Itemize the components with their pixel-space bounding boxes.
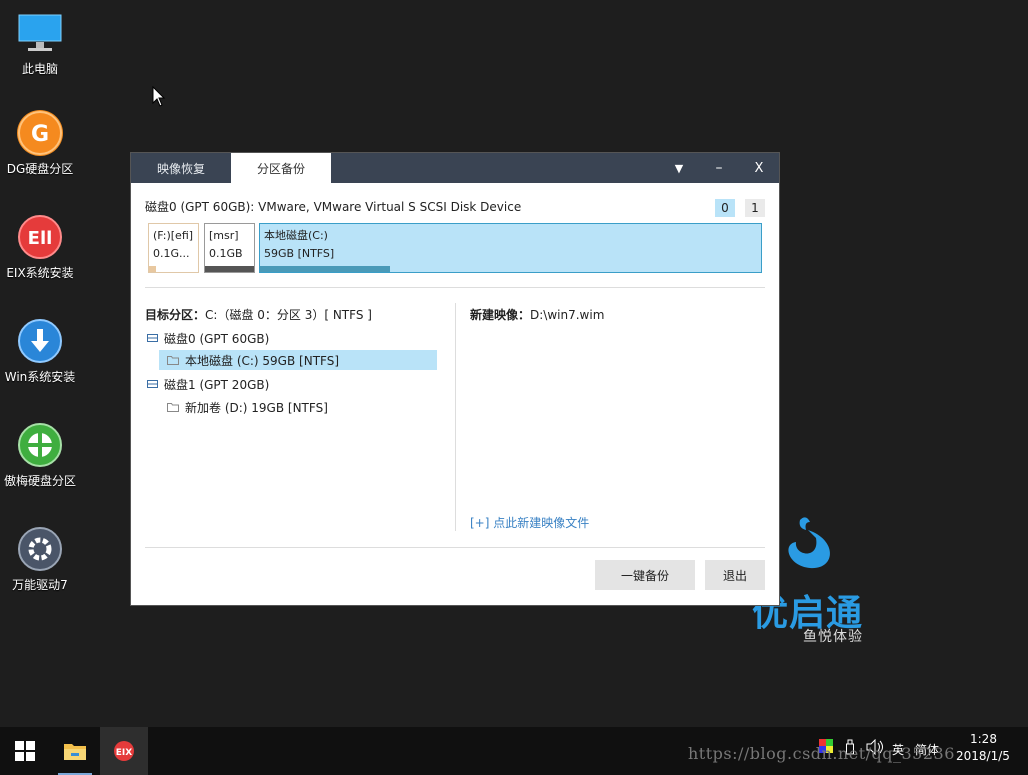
tree-label: 磁盘0 (GPT 60GB) [164,331,270,346]
titlebar-spacer [331,153,659,183]
tree-label: 磁盘1 (GPT 20GB) [164,377,270,392]
file-explorer-icon [64,744,86,760]
windows-logo-icon [15,741,35,761]
tree-disk-0[interactable]: 磁盘0 (GPT 60GB) [147,328,269,348]
brand-subtitle: 鱼悦体验 [803,629,863,645]
desktop-icon-aomei-partition[interactable]: 傲梅硬盘分区 [0,422,80,489]
partition-efi[interactable]: (F:)[efi] 0.1G... [148,223,199,273]
partition-usage-bar [260,266,391,272]
new-image-label: 新建映像： [470,308,531,322]
minimize-button[interactable]: – [699,153,739,183]
new-image: 新建映像：D:\win7.wim [470,306,604,323]
disk-header: 磁盘0 (GPT 60GB): VMware, VMware Virtual S… [145,200,522,214]
desktop-icon-win-install[interactable]: Win系统安装 [0,318,80,385]
exit-button[interactable]: 退出 [705,560,765,590]
clock-time[interactable]: 1:28 [970,732,997,746]
dropdown-menu-icon[interactable]: ▼ [659,153,699,183]
svg-text:EIX: EIX [116,748,132,758]
target-partition: 目标分区：C:（磁盘 0：分区 3）[ NTFS ] [145,306,372,323]
url-watermark: https://blog.csdn.net/qq_35236 [688,744,955,763]
desktop-icon-label: DG硬盘分区 [6,162,74,176]
close-button[interactable]: X [739,153,779,183]
computer-icon [17,10,63,56]
partition-label: (F:)[efi] [153,229,194,242]
eix-install-icon: EIX [114,741,134,761]
disk-icon [147,334,158,342]
target-partition-label: 目标分区： [145,308,206,322]
mouse-cursor-icon [152,86,166,107]
desktop-icon-dg-partition[interactable]: G DG硬盘分区 [0,110,80,177]
disk-switch-1[interactable]: 1 [745,199,765,217]
backup-dialog: 映像恢复 分区备份 ▼ – X 磁盘0 (GPT 60GB): VMware, … [130,152,780,606]
tab-image-restore[interactable]: 映像恢复 [131,153,231,183]
partition-size: 0.1GB [209,247,243,260]
divider-vertical [455,303,456,531]
folder-icon [167,403,179,412]
partition-usage-bar [149,266,157,272]
eix-install-icon: Ell [17,214,63,260]
taskbar-file-explorer[interactable] [54,727,96,775]
new-image-path: D:\win7.wim [530,308,605,322]
folder-icon [167,356,179,365]
tree-partition-d[interactable]: 新加卷 (D:) 19GB [NTFS] [167,397,328,417]
new-image-link[interactable]: [+] 点此新建映像文件 [470,514,589,531]
partition-label: 本地磁盘(C:) [264,229,328,242]
tree-label: 新加卷 (D:) 19GB [NTFS] [185,400,328,415]
partition-c[interactable]: 本地磁盘(C:) 59GB [NTFS] [259,223,762,273]
dialog-titlebar: 映像恢复 分区备份 ▼ – X [131,153,779,183]
tree-partition-c[interactable]: 本地磁盘 (C:) 59GB [NTFS] [159,350,437,370]
partition-size: 0.1G... [153,247,190,260]
disk-icon [147,380,158,388]
clock-date[interactable]: 2018/1/5 [956,749,1010,763]
taskbar-eix-app[interactable]: EIX [100,727,148,775]
partition-label: [msr] [209,229,239,242]
dg-partition-icon: G [17,110,63,156]
svg-text:Ell: Ell [28,228,53,249]
divider [145,287,765,288]
tree-label: 本地磁盘 (C:) 59GB [NTFS] [185,353,340,368]
desktop-icon-label: Win系统安装 [4,370,76,384]
win-install-icon [17,318,63,364]
disk-switch-0[interactable]: 0 [715,199,735,217]
svg-text:G: G [31,122,49,147]
desktop-icon-label: EIX系统安装 [6,266,74,280]
target-partition-value: C:（磁盘 0：分区 3）[ NTFS ] [205,308,372,322]
tree-disk-1[interactable]: 磁盘1 (GPT 20GB) [147,374,269,394]
partition-usage-bar [205,266,254,272]
driver-gear-icon [17,526,63,572]
desktop-icon-label: 此电脑 [21,62,58,76]
desktop-icon-label: 万能驱动7 [12,578,68,592]
desktop-icon-driver[interactable]: 万能驱动7 [0,526,80,593]
desktop-icon-label: 傲梅硬盘分区 [3,474,76,488]
tab-partition-backup[interactable]: 分区备份 [231,153,331,183]
partition-size: 59GB [NTFS] [264,247,335,260]
one-click-backup-button[interactable]: 一键备份 [595,560,695,590]
start-button[interactable] [0,727,50,775]
aomei-partition-icon [17,422,63,468]
partition-msr[interactable]: [msr] 0.1GB [204,223,255,273]
divider [145,547,765,548]
desktop-icon-eix-install[interactable]: Ell EIX系统安装 [0,214,80,281]
desktop-icon-this-pc[interactable]: 此电脑 [0,10,80,77]
